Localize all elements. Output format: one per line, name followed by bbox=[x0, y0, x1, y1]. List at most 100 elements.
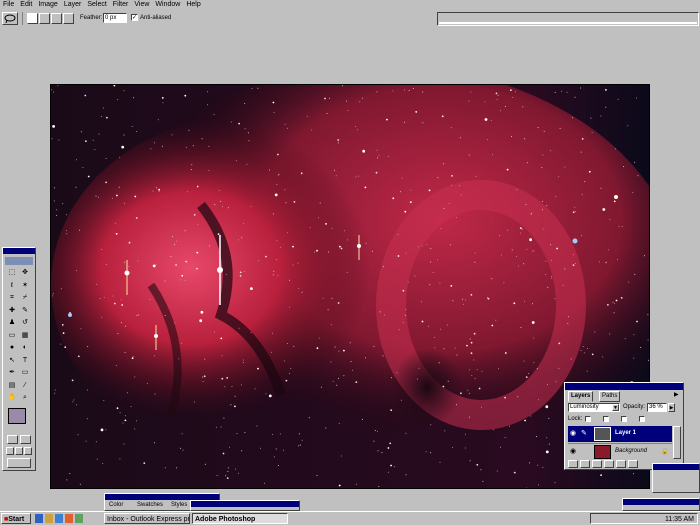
tab-color[interactable]: Color bbox=[109, 502, 123, 508]
subtract-selection-button[interactable] bbox=[51, 13, 62, 24]
opacity-input[interactable]: 36 % bbox=[647, 403, 667, 412]
app-icon[interactable] bbox=[75, 514, 83, 523]
blend-mode-select[interactable]: Luminosity ▼ bbox=[568, 403, 620, 412]
star bbox=[337, 142, 339, 144]
type-tool-icon[interactable]: T bbox=[20, 356, 30, 365]
lock-all-checkbox[interactable] bbox=[639, 416, 645, 422]
hand-tool-icon[interactable]: ✋ bbox=[7, 393, 17, 402]
lasso-tool-preset[interactable] bbox=[2, 12, 18, 25]
star bbox=[450, 285, 453, 287]
menu-help[interactable]: Help bbox=[183, 0, 203, 9]
intersect-selection-button[interactable] bbox=[63, 13, 74, 24]
layer-row-layer-1[interactable]: ◉ ✎ Layer 1 bbox=[568, 426, 672, 442]
star bbox=[362, 149, 366, 153]
marquee-tool-icon[interactable]: ⬚ bbox=[7, 268, 17, 277]
slice-tool-icon[interactable]: ⌿ bbox=[20, 293, 30, 302]
adjustment-layer-icon[interactable] bbox=[604, 460, 614, 468]
toolbox-title-bar[interactable] bbox=[3, 248, 35, 254]
desktop-icon[interactable] bbox=[55, 514, 63, 523]
app-icon[interactable] bbox=[65, 514, 73, 523]
add-selection-button[interactable] bbox=[39, 13, 50, 24]
lock-position-checkbox[interactable] bbox=[621, 416, 627, 422]
layer-row-background[interactable]: ◉ Background 🔒 bbox=[568, 443, 672, 460]
opacity-value: 36 % bbox=[649, 404, 663, 410]
menu-select[interactable]: Select bbox=[84, 0, 109, 9]
menu-filter[interactable]: Filter bbox=[110, 0, 132, 9]
history-title-bar[interactable] bbox=[191, 501, 299, 507]
move-tool-icon[interactable]: ✥ bbox=[20, 268, 30, 277]
brush-tool-icon[interactable]: ✎ bbox=[20, 306, 30, 315]
channels-title-bar[interactable] bbox=[623, 499, 699, 505]
lock-image-checkbox[interactable] bbox=[603, 416, 609, 422]
trash-icon[interactable] bbox=[628, 460, 638, 468]
opacity-arrow-icon[interactable]: ▶ bbox=[668, 403, 675, 412]
menu-edit[interactable]: Edit bbox=[17, 0, 35, 9]
screen-mode-standard-button[interactable] bbox=[6, 447, 14, 455]
jump-to-imageready-button[interactable] bbox=[7, 458, 31, 468]
quick-mask-button[interactable] bbox=[20, 435, 31, 444]
star bbox=[475, 176, 477, 178]
document-image[interactable] bbox=[50, 84, 650, 489]
history-brush-icon[interactable]: ↺ bbox=[20, 318, 30, 327]
screen-mode-full-button[interactable] bbox=[24, 447, 32, 455]
task-outlook[interactable]: Inbox - Outlook Express pr bbox=[104, 513, 190, 524]
task-photoshop[interactable]: Adobe Photoshop bbox=[192, 513, 288, 524]
star bbox=[605, 106, 607, 108]
blur-tool-icon[interactable]: ● bbox=[7, 343, 17, 352]
new-layer-icon[interactable] bbox=[616, 460, 626, 468]
navigator-title-bar[interactable] bbox=[653, 464, 699, 470]
star bbox=[285, 202, 287, 204]
screen-mode-full-menu-button[interactable] bbox=[15, 447, 23, 455]
menu-layer[interactable]: Layer bbox=[61, 0, 85, 9]
palette-menu-arrow-icon[interactable]: ▶ bbox=[674, 392, 680, 399]
menu-view[interactable]: View bbox=[131, 0, 152, 9]
notes-tool-icon[interactable]: ▤ bbox=[7, 381, 17, 390]
star bbox=[532, 303, 534, 305]
layers-palette-title-bar[interactable] bbox=[565, 383, 683, 390]
start-button[interactable]: ■Start bbox=[1, 513, 31, 524]
clock[interactable]: 11:35 AM bbox=[665, 516, 694, 523]
ie-icon[interactable] bbox=[35, 514, 43, 523]
dodge-tool-icon[interactable]: ◐ bbox=[20, 343, 30, 352]
eraser-icon[interactable]: ▭ bbox=[7, 331, 17, 340]
lasso-tool-icon[interactable]: ℓ bbox=[7, 281, 17, 290]
star bbox=[496, 470, 498, 472]
path-select-icon[interactable]: ↖ bbox=[7, 356, 17, 365]
shape-tool-icon[interactable]: ▭ bbox=[20, 368, 30, 377]
menu-file[interactable]: File bbox=[0, 0, 17, 9]
new-set-icon[interactable] bbox=[592, 460, 602, 468]
star bbox=[72, 401, 74, 403]
layer-style-icon[interactable] bbox=[568, 460, 578, 468]
layer-mask-icon[interactable] bbox=[580, 460, 590, 468]
eye-icon[interactable]: ◉ bbox=[570, 448, 577, 455]
eye-icon[interactable]: ◉ bbox=[570, 430, 577, 437]
outlook-icon[interactable] bbox=[45, 514, 53, 523]
feather-input[interactable]: 0 px bbox=[103, 13, 127, 23]
star bbox=[222, 452, 225, 455]
tab-swatches[interactable]: Swatches bbox=[137, 502, 163, 508]
magic-wand-icon[interactable]: ✶ bbox=[20, 281, 30, 290]
crop-tool-icon[interactable]: ⌗ bbox=[7, 293, 17, 302]
lock-transparency-checkbox[interactable] bbox=[585, 416, 591, 422]
standard-mode-button[interactable] bbox=[7, 435, 18, 444]
eyedropper-icon[interactable]: ⁄ bbox=[20, 381, 30, 390]
star bbox=[197, 224, 199, 226]
antialiased-checkbox[interactable]: ✓ bbox=[131, 14, 138, 21]
star bbox=[111, 197, 113, 199]
healing-brush-icon[interactable]: ✚ bbox=[7, 306, 17, 315]
clone-stamp-icon[interactable]: ♟ bbox=[7, 318, 17, 327]
tab-paths[interactable]: Paths bbox=[599, 391, 621, 402]
tab-layers[interactable]: Layers bbox=[568, 391, 594, 402]
menu-image[interactable]: Image bbox=[35, 0, 60, 9]
star bbox=[562, 284, 564, 286]
star bbox=[422, 122, 424, 124]
new-selection-button[interactable] bbox=[27, 13, 38, 24]
zoom-tool-icon[interactable]: ⌕ bbox=[20, 393, 30, 402]
layers-scrollbar[interactable] bbox=[673, 426, 681, 459]
gradient-icon[interactable]: ▦ bbox=[20, 331, 30, 340]
menu-window[interactable]: Window bbox=[152, 0, 183, 9]
foreground-color-swatch[interactable] bbox=[8, 408, 26, 424]
star bbox=[73, 399, 75, 401]
tab-styles[interactable]: Styles bbox=[171, 502, 187, 508]
pen-tool-icon[interactable]: ✒ bbox=[7, 368, 17, 377]
